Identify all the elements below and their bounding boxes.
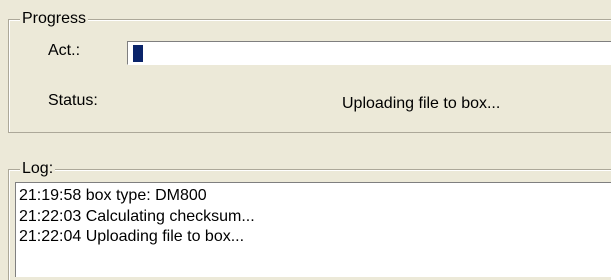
log-line: 21:19:58 box type: DM800: [19, 187, 207, 204]
log-line: 21:22:04 Uploading file to box...: [19, 228, 245, 245]
status-value: Uploading file to box...: [342, 95, 501, 112]
progress-bar-fill: [133, 45, 143, 62]
act-label: Act.:: [48, 42, 81, 59]
log-legend: Log:: [20, 160, 56, 177]
log-textarea[interactable]: 21:19:58 box type: DM800 21:22:03 Calcul…: [15, 182, 611, 277]
progress-bar: [127, 41, 611, 65]
progress-group: [8, 19, 611, 133]
progress-legend: Progress: [20, 10, 89, 27]
status-label: Status:: [48, 92, 98, 109]
log-line: 21:22:03 Calculating checksum...: [19, 207, 255, 225]
